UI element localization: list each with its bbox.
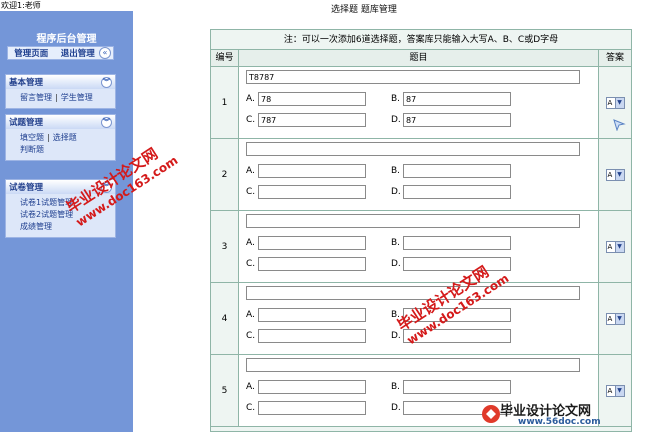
page-title: 选择题 题库管理 — [331, 5, 397, 15]
option-c-label: C. — [246, 403, 256, 413]
answer-select[interactable]: A ▼ — [605, 96, 625, 109]
option-d-label: D. — [391, 403, 401, 413]
question-panel: 注：可以一次添加6道选择题，答案库只能输入大写A、B、C或D字母 编号 题目 答… — [210, 29, 632, 432]
option-c-input[interactable] — [258, 185, 366, 199]
question-number: 2 — [211, 139, 239, 210]
option-b-input[interactable] — [403, 236, 511, 250]
question-number: 4 — [211, 283, 239, 354]
table-row: 2 A. B. C. D. A ▼ — [211, 139, 631, 211]
menu-item-choice[interactable]: 选择题 — [53, 133, 77, 142]
chevron-down-icon[interactable]: ▼ — [614, 313, 624, 324]
option-d-input[interactable] — [403, 113, 511, 127]
option-b-input[interactable] — [403, 380, 511, 394]
option-a-input[interactable] — [258, 164, 366, 178]
menu-item-scores[interactable]: 成绩管理 — [20, 222, 52, 231]
option-a-label: A. — [246, 166, 255, 176]
menu-item-true-false[interactable]: 判断题 — [20, 145, 44, 154]
chevron-down-icon[interactable]: ▼ — [614, 241, 624, 252]
welcome-text: 欢迎1:老师 — [0, 0, 133, 11]
question-cell: A. B. C. D. — [239, 211, 599, 282]
option-a-label: A. — [246, 94, 255, 104]
question-stem-input[interactable] — [246, 286, 580, 300]
option-d-label: D. — [391, 115, 401, 125]
question-number: 5 — [211, 355, 239, 426]
menu-basic: 基本管理 ︾ 留言管理 | 学生管理 — [5, 74, 116, 109]
option-a-input[interactable] — [258, 92, 366, 106]
option-d-input[interactable] — [403, 185, 511, 199]
question-stem-input[interactable] — [246, 70, 580, 84]
option-a-label: A. — [246, 382, 255, 392]
logout-link[interactable]: 退出管理 — [61, 47, 95, 59]
table-row: 3 A. B. C. D. A ▼ — [211, 211, 631, 283]
question-rows: 1 A. B. C. D. A ▼ 2 — [211, 67, 631, 427]
watermark-logo: 毕业设计论文网 www.56doc.com — [478, 399, 643, 432]
column-header-answer: 答案 — [605, 53, 624, 63]
cursor-arrow-icon — [613, 119, 626, 131]
menu-head-basic[interactable]: 基本管理 ︾ — [6, 75, 115, 89]
notice-text: 注：可以一次添加6道选择题，答案库只能输入大写A、B、C或D字母 — [211, 30, 631, 50]
option-c-input[interactable] — [258, 257, 366, 271]
option-b-label: B. — [391, 94, 401, 104]
answer-select[interactable]: A ▼ — [605, 384, 625, 397]
top-links-bar: 管理页面 退出管理 — [7, 46, 114, 60]
option-c-label: C. — [246, 331, 256, 341]
question-cell: A. B. C. D. — [239, 139, 599, 210]
chevron-down-icon[interactable]: ▼ — [614, 385, 624, 396]
answer-select[interactable]: A ▼ — [605, 240, 625, 253]
option-a-label: A. — [246, 310, 255, 320]
question-number: 1 — [211, 67, 239, 138]
question-cell: A. B. C. D. — [239, 67, 599, 138]
option-c-input[interactable] — [258, 401, 366, 415]
option-a-input[interactable] — [258, 380, 366, 394]
menu-questions: 试题管理 ︾ 填空题 | 选择题 判断题 — [5, 114, 116, 161]
chevron-down-icon[interactable]: ▼ — [614, 169, 624, 180]
answer-select[interactable]: A ▼ — [605, 168, 625, 181]
option-c-input[interactable] — [258, 329, 366, 343]
menu-item-students[interactable]: 学生管理 — [61, 93, 93, 102]
option-b-input[interactable] — [403, 164, 511, 178]
table-row: 1 A. B. C. D. A ▼ — [211, 67, 631, 139]
option-d-label: D. — [391, 259, 401, 269]
answer-cell: A ▼ — [599, 283, 631, 354]
option-a-label: A. — [246, 238, 255, 248]
option-c-input[interactable] — [258, 113, 366, 127]
question-stem-input[interactable] — [246, 142, 580, 156]
question-stem-input[interactable] — [246, 358, 580, 372]
option-b-label: B. — [391, 238, 401, 248]
question-number: 3 — [211, 211, 239, 282]
question-stem-input[interactable] — [246, 214, 580, 228]
option-b-label: B. — [391, 382, 401, 392]
menu-head-questions[interactable]: 试题管理 ︾ — [6, 115, 115, 129]
logo-mark-icon — [482, 405, 500, 423]
option-d-label: D. — [391, 331, 401, 341]
column-header-question: 题目 — [239, 50, 599, 66]
chevron-down-icon[interactable]: ︾ — [101, 76, 112, 88]
answer-cell: A ▼ — [599, 211, 631, 282]
table-header: 编号 题目 答案 — [211, 50, 631, 67]
option-b-input[interactable] — [403, 92, 511, 106]
collapse-sidebar-icon[interactable]: « — [99, 47, 111, 59]
answer-select[interactable]: A ▼ — [605, 312, 625, 325]
option-c-label: C. — [246, 259, 256, 269]
option-a-input[interactable] — [258, 308, 366, 322]
chevron-down-icon[interactable]: ︾ — [101, 116, 112, 128]
manage-page-link[interactable]: 管理页面 — [14, 47, 48, 59]
option-a-input[interactable] — [258, 236, 366, 250]
menu-item-fill-blank[interactable]: 填空题 — [20, 133, 44, 142]
option-d-label: D. — [391, 187, 401, 197]
option-c-label: C. — [246, 187, 256, 197]
sidebar-title: 程序后台管理 — [36, 34, 97, 45]
menu-item-messages[interactable]: 留言管理 — [20, 93, 52, 102]
option-b-label: B. — [391, 166, 401, 176]
column-header-number: 编号 — [211, 50, 239, 66]
answer-cell: A ▼ — [599, 139, 631, 210]
chevron-down-icon[interactable]: ▼ — [614, 97, 624, 108]
sidebar: 欢迎1:老师 程序后台管理 管理页面 退出管理 « 基本管理 ︾ 留言管理 | 学生… — [0, 0, 133, 432]
option-c-label: C. — [246, 115, 256, 125]
menu-item-paper2[interactable]: 试卷2试题管理 — [20, 210, 73, 219]
